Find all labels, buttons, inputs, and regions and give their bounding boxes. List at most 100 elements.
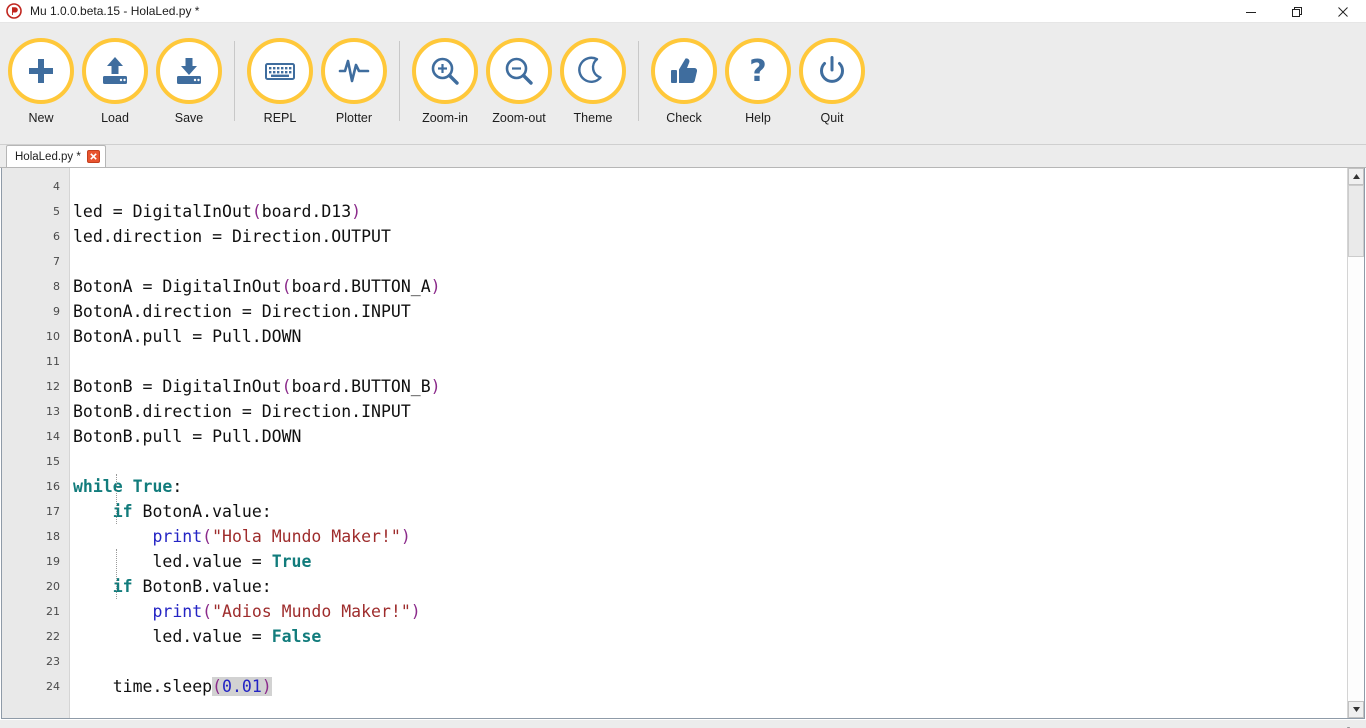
code-line[interactable]: led.value = True: [73, 549, 1347, 574]
code-line[interactable]: led = DigitalInOut(board.D13): [73, 199, 1347, 224]
vertical-scrollbar[interactable]: [1347, 168, 1364, 718]
code-editor[interactable]: 456789101112131415161718192021222324 led…: [1, 168, 1365, 719]
magnifier-minus-icon: [486, 38, 552, 104]
toolbar-label-plotter: Plotter: [336, 111, 372, 125]
magnifier-plus-icon: [412, 38, 478, 104]
tab-bar: HolaLed.py *: [0, 145, 1366, 168]
code-line[interactable]: [73, 349, 1347, 374]
toolbar-label-new: New: [28, 111, 53, 125]
code-token: [73, 602, 152, 621]
code-line[interactable]: led.value = False: [73, 624, 1347, 649]
code-line[interactable]: BotonB.pull = Pull.DOWN: [73, 424, 1347, 449]
toolbar-button-zoom-out[interactable]: Zoom-out: [482, 23, 556, 125]
code-line[interactable]: BotonA = DigitalInOut(board.BUTTON_A): [73, 274, 1347, 299]
tab-label: HolaLed.py *: [15, 151, 81, 163]
code-token: BotonB.pull = Pull.DOWN: [73, 427, 301, 446]
line-number: 23: [2, 649, 69, 674]
code-token: BotonA.value:: [133, 502, 272, 521]
selected-code-token: 0.01: [222, 677, 262, 696]
toolbar-button-save[interactable]: Save: [152, 23, 226, 125]
line-number: 14: [2, 424, 69, 449]
code-area[interactable]: 456789101112131415161718192021222324 led…: [2, 168, 1347, 718]
code-line[interactable]: time.sleep(0.01): [73, 674, 1347, 699]
code-token: board.BUTTON_B: [292, 377, 431, 396]
code-token: [123, 477, 133, 496]
code-line[interactable]: BotonB = DigitalInOut(board.BUTTON_B): [73, 374, 1347, 399]
code-token: led.value =: [73, 552, 272, 571]
line-number: 22: [2, 624, 69, 649]
window-title: Mu 1.0.0.beta.15 - HolaLed.py *: [30, 4, 199, 18]
toolbar-button-theme[interactable]: Theme: [556, 23, 630, 125]
code-text[interactable]: led = DigitalInOut(board.D13)led.directi…: [70, 168, 1347, 718]
toolbar-button-zoom-in[interactable]: Zoom-in: [408, 23, 482, 125]
minimize-button[interactable]: [1228, 0, 1274, 23]
close-tab-icon[interactable]: [87, 150, 100, 163]
code-line[interactable]: [73, 449, 1347, 474]
selected-code-token: ): [262, 677, 272, 696]
code-token: BotonB.direction = Direction.INPUT: [73, 402, 411, 421]
code-line[interactable]: if BotonB.value:: [73, 574, 1347, 599]
main-toolbar: New Load Save: [0, 23, 1366, 145]
svg-text:?: ?: [749, 54, 766, 89]
moon-icon: [560, 38, 626, 104]
tab-holaled-py[interactable]: HolaLed.py *: [6, 145, 106, 167]
code-token: ): [431, 377, 441, 396]
toolbar-button-quit[interactable]: Quit: [795, 23, 869, 125]
scroll-down-arrow-icon[interactable]: [1348, 701, 1364, 718]
code-token: BotonA = DigitalInOut: [73, 277, 282, 296]
line-number: 5: [2, 199, 69, 224]
code-token: BotonA.direction = Direction.INPUT: [73, 302, 411, 321]
code-line[interactable]: print("Adios Mundo Maker!"): [73, 599, 1347, 624]
line-number-gutter: 456789101112131415161718192021222324: [2, 168, 70, 718]
selected-code-token: (: [212, 677, 222, 696]
line-number: 18: [2, 524, 69, 549]
scrollbar-track[interactable]: [1348, 185, 1364, 701]
code-line[interactable]: print("Hola Mundo Maker!"): [73, 524, 1347, 549]
toolbar-group-help: Check ? Help Quit: [647, 23, 869, 125]
toolbar-group-run: REPL Plotter: [243, 23, 391, 125]
code-token: True: [133, 477, 173, 496]
toolbar-group-view: Zoom-in Zoom-out Theme: [408, 23, 630, 125]
code-token: time.sleep: [73, 677, 212, 696]
restore-button[interactable]: [1274, 0, 1320, 23]
upload-icon: [82, 38, 148, 104]
mu-logo-icon: [6, 3, 22, 19]
code-line[interactable]: BotonA.direction = Direction.INPUT: [73, 299, 1347, 324]
code-token: (: [282, 277, 292, 296]
code-token: print: [152, 527, 202, 546]
scrollbar-thumb[interactable]: [1348, 185, 1364, 257]
code-line[interactable]: [73, 649, 1347, 674]
line-number: 19: [2, 549, 69, 574]
toolbar-button-help[interactable]: ? Help: [721, 23, 795, 125]
code-line[interactable]: while True:: [73, 474, 1347, 499]
toolbar-button-check[interactable]: Check: [647, 23, 721, 125]
code-line[interactable]: if BotonA.value:: [73, 499, 1347, 524]
toolbar-label-zoom-in: Zoom-in: [422, 111, 468, 125]
line-number: 20: [2, 574, 69, 599]
toolbar-button-repl[interactable]: REPL: [243, 23, 317, 125]
code-line[interactable]: [73, 174, 1347, 199]
line-number: 12: [2, 374, 69, 399]
code-line[interactable]: BotonB.direction = Direction.INPUT: [73, 399, 1347, 424]
toolbar-group-file: New Load Save: [4, 23, 226, 125]
toolbar-label-load: Load: [101, 111, 129, 125]
code-token: led = DigitalInOut: [73, 202, 252, 221]
power-icon: [799, 38, 865, 104]
code-token: board.D13: [262, 202, 351, 221]
toolbar-button-plotter[interactable]: Plotter: [317, 23, 391, 125]
code-token: ): [431, 277, 441, 296]
toolbar-button-load[interactable]: Load: [78, 23, 152, 125]
toolbar-separator-3: [638, 41, 639, 121]
scroll-up-arrow-icon[interactable]: [1348, 168, 1364, 185]
toolbar-label-theme: Theme: [574, 111, 613, 125]
code-line[interactable]: [73, 249, 1347, 274]
close-button[interactable]: [1320, 0, 1366, 23]
code-token: ): [351, 202, 361, 221]
code-token: BotonA.pull = Pull.DOWN: [73, 327, 301, 346]
indent-guide: [116, 549, 117, 599]
code-token: BotonB.value:: [133, 577, 272, 596]
toolbar-button-new[interactable]: New: [4, 23, 78, 125]
code-line[interactable]: BotonA.pull = Pull.DOWN: [73, 324, 1347, 349]
toolbar-label-help: Help: [745, 111, 771, 125]
code-line[interactable]: led.direction = Direction.OUTPUT: [73, 224, 1347, 249]
